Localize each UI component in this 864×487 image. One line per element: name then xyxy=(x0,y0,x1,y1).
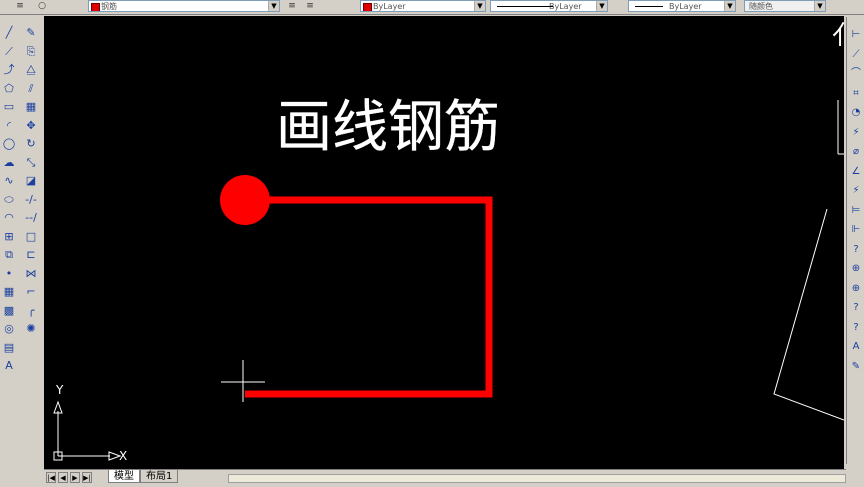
linear-dimension-icon[interactable]: ⊢ xyxy=(848,27,864,43)
plotstyle-control: 随颜色 ▼ xyxy=(744,0,826,12)
chevron-down-icon[interactable]: ▼ xyxy=(724,1,735,11)
center-mark-icon[interactable]: ⊕ xyxy=(848,281,864,297)
arc-icon[interactable]: ◜ xyxy=(1,118,17,134)
linetype-value: ByLayer xyxy=(549,2,582,11)
svg-text:亻: 亻 xyxy=(832,21,844,51)
angular-icon[interactable]: ∠ xyxy=(848,164,864,180)
drawing-area[interactable]: 画线钢筋 亻 Y X xyxy=(44,16,844,470)
offset-icon[interactable]: ⫽ xyxy=(23,81,39,97)
partial-drawing-frame: 亻 xyxy=(773,21,844,421)
construction-line-icon[interactable]: ⟋ xyxy=(1,44,17,60)
quick-leader-icon[interactable]: ? xyxy=(848,242,864,258)
linetype-control[interactable]: ByLayer ▼ xyxy=(490,0,608,12)
lineweight-value: ByLayer xyxy=(669,2,702,11)
revision-cloud-icon[interactable]: ☁ xyxy=(1,155,17,171)
layer-dropdown[interactable]: 钢筋 ▼ xyxy=(88,0,280,12)
layer-manager-icon[interactable]: ≡ xyxy=(14,1,26,12)
chevron-down-icon: ▼ xyxy=(814,1,825,11)
ucs-y-label: Y xyxy=(55,383,64,397)
dimension-edit-icon[interactable]: ? xyxy=(848,300,864,316)
move-icon[interactable]: ✥ xyxy=(23,118,39,134)
diameter-icon[interactable]: ⌀ xyxy=(848,144,864,160)
last-tab-button[interactable]: ▶| xyxy=(82,472,92,483)
linetype-sample xyxy=(497,6,553,7)
layout-tab-bar: |◀ ◀ ▶ ▶| 模型 布局1 xyxy=(44,469,846,487)
multiline-text-icon[interactable]: A xyxy=(1,358,17,374)
gradient-icon[interactable]: ▩ xyxy=(1,303,17,319)
modify-toolbar: ✎ ⎘ ⧋ ⫽ ▦ ✥ ↻ ⤡ ◪ -/- --/ □ ⊏ ⋈ ⌐ ╭ ✺ xyxy=(22,17,40,343)
jogged-icon[interactable]: ⚡ xyxy=(848,125,864,141)
point-icon[interactable]: • xyxy=(1,266,17,282)
tab-model[interactable]: 模型 xyxy=(108,470,140,483)
next-tab-button[interactable]: ▶ xyxy=(70,472,80,483)
tab-layout1[interactable]: 布局1 xyxy=(140,470,179,483)
mirror-icon[interactable]: ⧋ xyxy=(23,62,39,78)
trim-icon[interactable]: -/- xyxy=(23,192,39,208)
chevron-down-icon[interactable]: ▼ xyxy=(474,1,485,11)
lineweight-sample xyxy=(635,6,663,7)
layer-name: 钢筋 xyxy=(101,2,117,11)
dimension-text-edit-icon[interactable]: ? xyxy=(848,320,864,336)
chamfer-icon[interactable]: ⌐ xyxy=(23,284,39,300)
continue-icon[interactable]: ⊩ xyxy=(848,222,864,238)
region-icon[interactable]: ◎ xyxy=(1,321,17,337)
stretch-icon[interactable]: ◪ xyxy=(23,173,39,189)
polygon-icon[interactable]: ⬠ xyxy=(1,81,17,97)
make-current-layer-icon[interactable]: ≡ xyxy=(286,1,298,12)
ordinate-icon[interactable]: ⌗ xyxy=(848,86,864,102)
insert-block-icon[interactable]: ⊞ xyxy=(1,229,17,245)
extend-icon[interactable]: --/ xyxy=(23,210,39,226)
radius-icon[interactable]: ◔ xyxy=(848,105,864,121)
layer-on-icon[interactable]: ○ xyxy=(36,1,48,12)
circle-icon[interactable]: ◯ xyxy=(1,136,17,152)
array-icon[interactable]: ▦ xyxy=(23,99,39,115)
polyline-icon[interactable]: ⤴ xyxy=(1,62,17,78)
rectangle-icon[interactable]: ▭ xyxy=(1,99,17,115)
scale-icon[interactable]: ⤡ xyxy=(23,155,39,171)
rotate-icon[interactable]: ↻ xyxy=(23,136,39,152)
first-tab-button[interactable]: |◀ xyxy=(46,472,56,483)
color-swatch xyxy=(363,3,372,11)
draw-toolbar: ╱ ⟋ ⤴ ⬠ ▭ ◜ ◯ ☁ ∿ ⬭ ◠ ⊞ ⧉ • ▦ ▩ ◎ ▤ A xyxy=(0,17,18,381)
dimension-update-icon[interactable]: A xyxy=(848,339,864,355)
line-icon[interactable]: ╱ xyxy=(1,25,17,41)
chevron-down-icon[interactable]: ▼ xyxy=(596,1,607,11)
baseline-icon[interactable]: ⊨ xyxy=(848,203,864,219)
prev-tab-button[interactable]: ◀ xyxy=(58,472,68,483)
lineweight-control[interactable]: ByLayer ▼ xyxy=(628,0,736,12)
plotstyle-value: 随颜色 xyxy=(749,2,773,11)
ucs-x-label: X xyxy=(119,449,127,463)
rebar-polyline[interactable] xyxy=(245,196,493,398)
layer-previous-icon[interactable]: ≡ xyxy=(304,1,316,12)
explode-icon[interactable]: ✺ xyxy=(23,321,39,337)
ellipse-arc-icon[interactable]: ◠ xyxy=(1,210,17,226)
horizontal-scrollbar[interactable] xyxy=(228,474,846,483)
copy-icon[interactable]: ⎘ xyxy=(23,44,39,60)
dimension-style-icon[interactable]: ✎ xyxy=(848,359,864,375)
hatch-icon[interactable]: ▦ xyxy=(1,284,17,300)
color-control[interactable]: ByLayer ▼ xyxy=(360,0,486,12)
properties-toolbar: ≡ ○ 钢筋 ▼ ≡ ≡ ByLayer ▼ ByLayer ▼ ByLayer… xyxy=(0,0,864,15)
layer-color-swatch xyxy=(91,3,100,11)
table-icon[interactable]: ▤ xyxy=(1,340,17,356)
join-icon[interactable]: ⋈ xyxy=(23,266,39,282)
break-at-point-icon[interactable]: □ xyxy=(23,229,39,245)
erase-icon[interactable]: ✎ xyxy=(23,25,39,41)
chevron-down-icon[interactable]: ▼ xyxy=(268,1,279,11)
tolerance-icon[interactable]: ⊕ xyxy=(848,261,864,277)
annotation-text[interactable]: 画线钢筋 xyxy=(276,95,500,160)
quick-dimension-icon[interactable]: ⚡ xyxy=(848,183,864,199)
drawing-canvas[interactable]: 画线钢筋 亻 Y X xyxy=(44,16,844,470)
ellipse-icon[interactable]: ⬭ xyxy=(1,192,17,208)
spline-icon[interactable]: ∿ xyxy=(1,173,17,189)
aligned-dimension-icon[interactable]: ⟋ xyxy=(848,47,864,63)
make-block-icon[interactable]: ⧉ xyxy=(1,247,17,263)
arc-length-icon[interactable]: ⌒ xyxy=(848,66,864,82)
fillet-icon[interactable]: ╭ xyxy=(23,303,39,319)
color-value: ByLayer xyxy=(373,2,406,11)
break-icon[interactable]: ⊏ xyxy=(23,247,39,263)
ucs-icon: Y X xyxy=(53,383,127,463)
dimension-toolbar: ⊢ ⟋ ⌒ ⌗ ◔ ⚡ ⌀ ∠ ⚡ ⊨ ⊩? ⊕ ⊕?? A ✎ xyxy=(846,17,864,464)
